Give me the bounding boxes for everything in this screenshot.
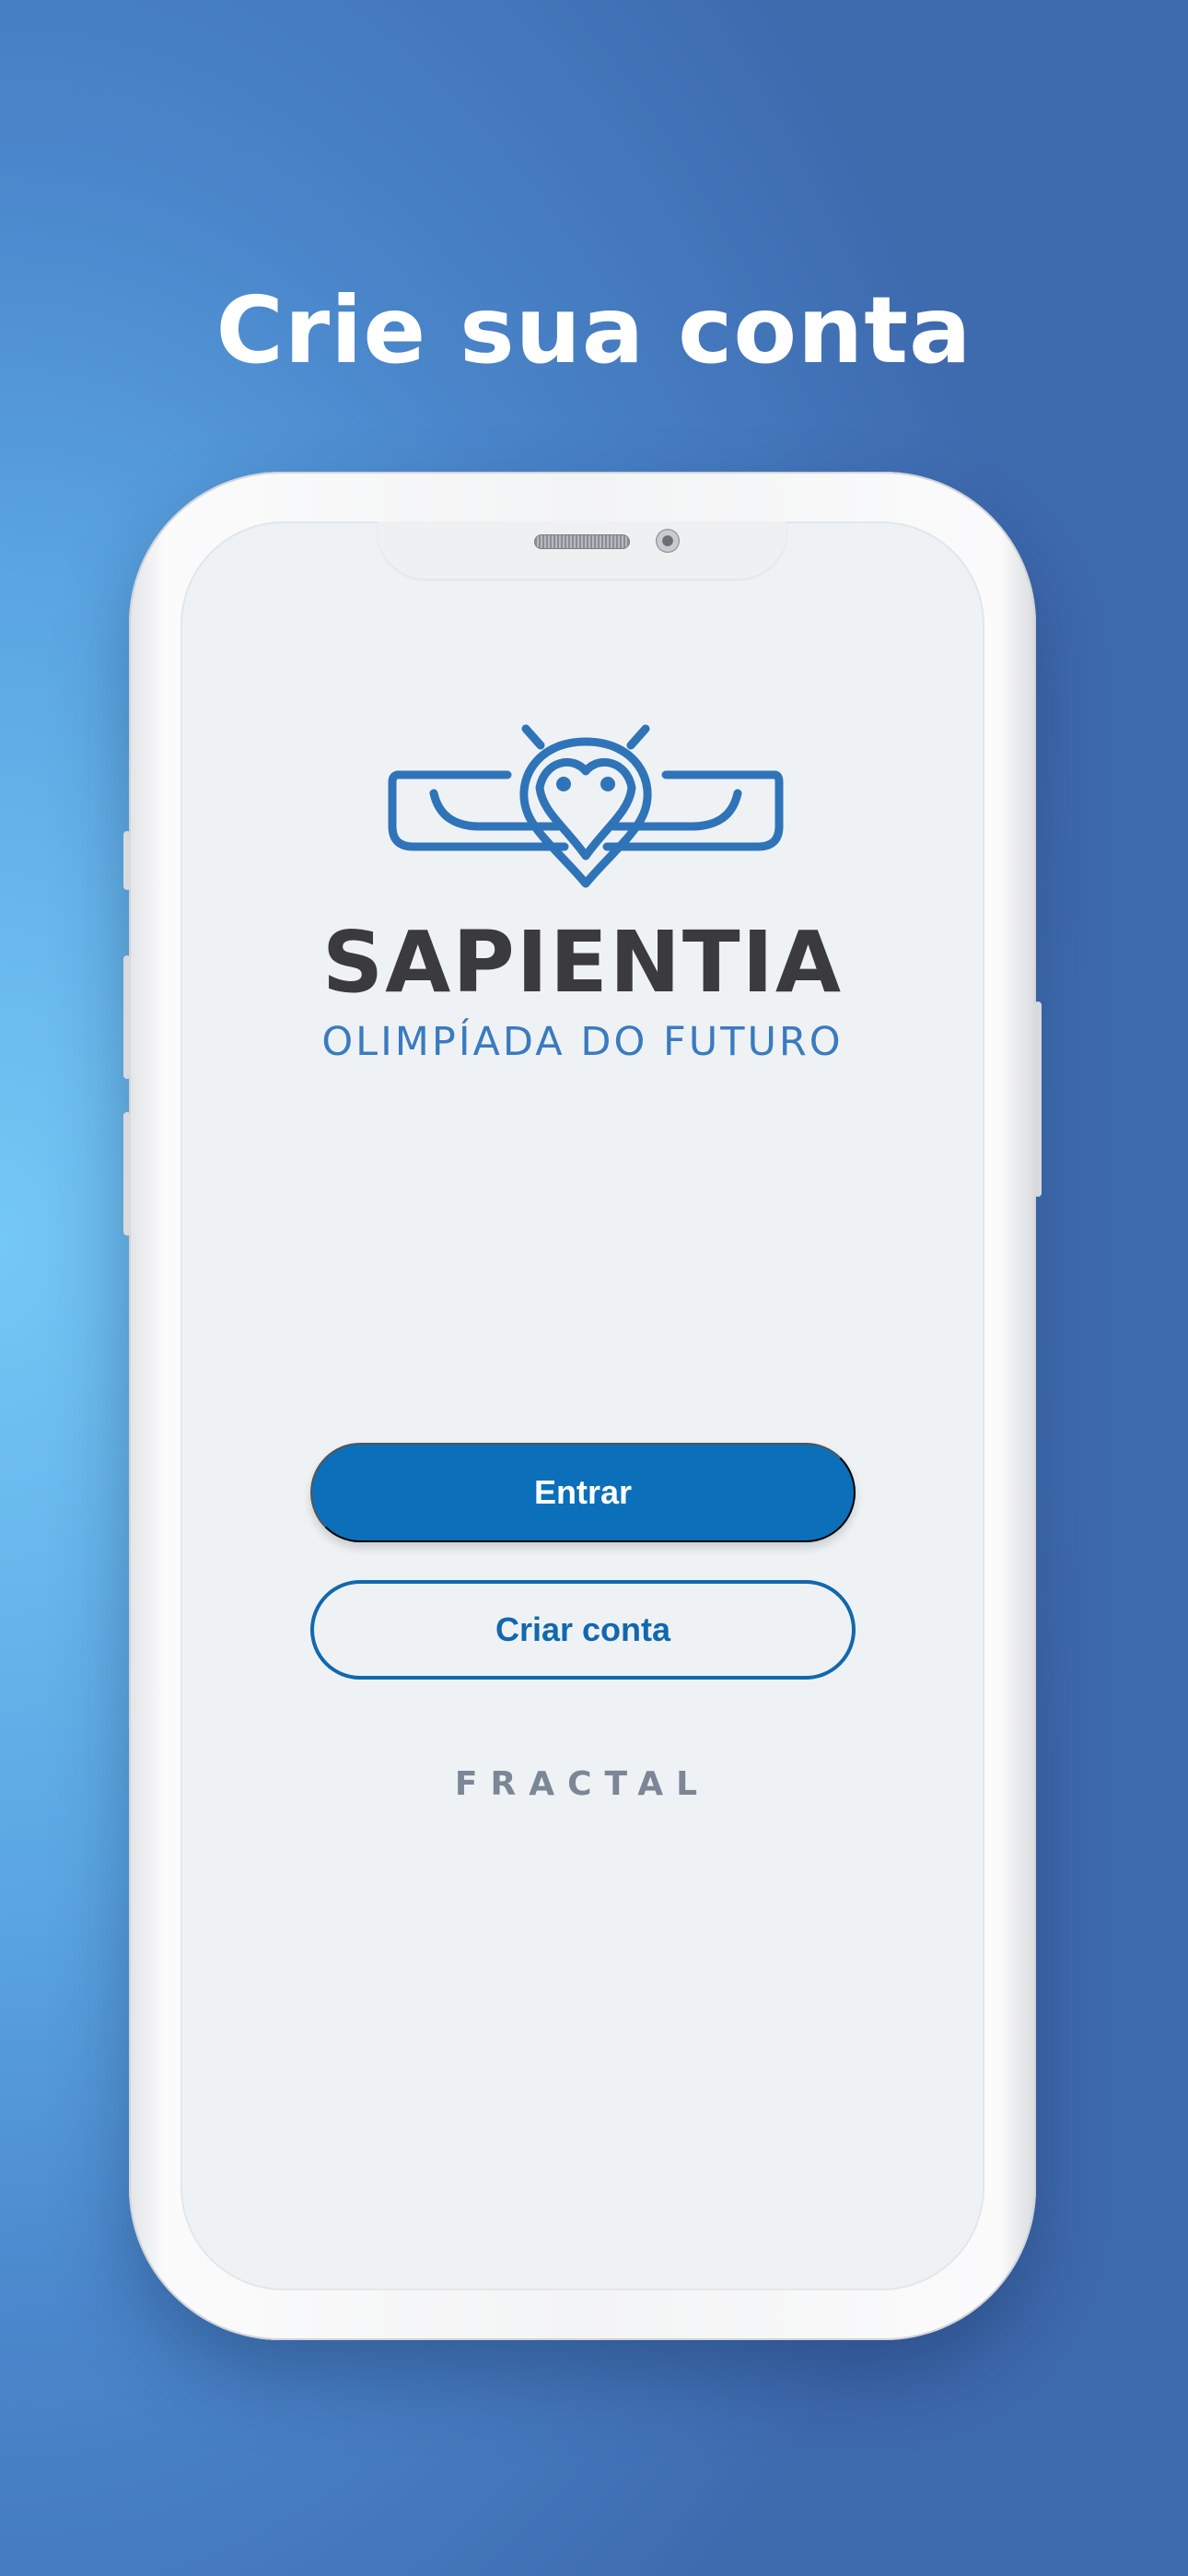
fractal-logo: FRACTAL: [454, 1765, 711, 1803]
phone-notch: [378, 521, 786, 579]
owl-logo-icon: [388, 724, 784, 888]
phone-volume-down-button: [123, 1112, 131, 1235]
phone-volume-up-button: [123, 955, 131, 1079]
login-button[interactable]: Entrar: [310, 1443, 856, 1542]
camera-icon: [656, 529, 680, 553]
brand-subtitle: OLIMPÍADA DO FUTURO: [321, 1019, 844, 1065]
brand-name: SAPIENTIA: [321, 913, 844, 1012]
app-screen: SAPIENTIA OLIMPÍADA DO FUTURO Entrar Cri…: [181, 521, 984, 2290]
owl-right-eye: [600, 777, 615, 791]
speaker-grille: [534, 534, 630, 549]
phone-power-button: [1034, 1001, 1042, 1197]
promo-headline: Crie sua conta: [215, 276, 973, 384]
owl-left-eye: [556, 777, 571, 791]
phone-mockup: SAPIENTIA OLIMPÍADA DO FUTURO Entrar Cri…: [123, 472, 1042, 2340]
create-account-button[interactable]: Criar conta: [310, 1580, 856, 1680]
phone-silent-switch: [123, 831, 131, 890]
